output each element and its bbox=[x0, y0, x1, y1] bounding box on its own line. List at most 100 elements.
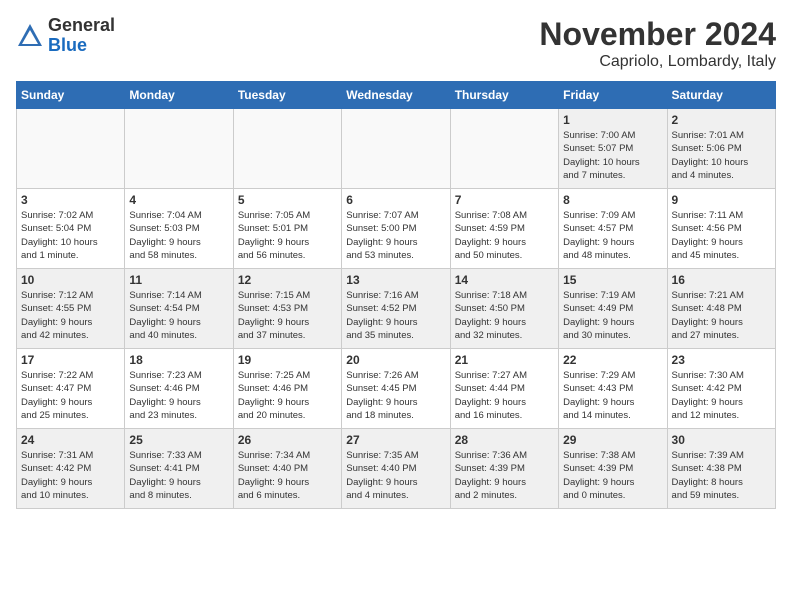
day-info: Sunrise: 7:22 AM Sunset: 4:47 PM Dayligh… bbox=[21, 369, 120, 422]
day-number: 18 bbox=[129, 353, 228, 367]
weekday-header: Friday bbox=[559, 82, 667, 109]
calendar-cell: 17 Sunrise: 7:22 AM Sunset: 4:47 PM Dayli… bbox=[17, 349, 125, 429]
calendar-cell: 3 Sunrise: 7:02 AM Sunset: 5:04 PM Daylig… bbox=[17, 189, 125, 269]
weekday-header: Sunday bbox=[17, 82, 125, 109]
calendar-cell: 24 Sunrise: 7:31 AM Sunset: 4:42 PM Dayli… bbox=[17, 429, 125, 509]
weekday-header: Saturday bbox=[667, 82, 775, 109]
calendar-week-row: 3 Sunrise: 7:02 AM Sunset: 5:04 PM Daylig… bbox=[17, 189, 776, 269]
day-info: Sunrise: 7:09 AM Sunset: 4:57 PM Dayligh… bbox=[563, 209, 662, 262]
calendar-week-row: 1Sunrise: 7:00 AM Sunset: 5:07 PM Daylig… bbox=[17, 109, 776, 189]
day-number: 7 bbox=[455, 193, 554, 207]
day-number: 22 bbox=[563, 353, 662, 367]
day-info: Sunrise: 7:16 AM Sunset: 4:52 PM Dayligh… bbox=[346, 289, 445, 342]
day-info: Sunrise: 7:36 AM Sunset: 4:39 PM Dayligh… bbox=[455, 449, 554, 502]
day-info: Sunrise: 7:15 AM Sunset: 4:53 PM Dayligh… bbox=[238, 289, 337, 342]
calendar-cell: 25 Sunrise: 7:33 AM Sunset: 4:41 PM Dayli… bbox=[125, 429, 233, 509]
calendar-cell: 27Sunrise: 7:35 AM Sunset: 4:40 PM Dayli… bbox=[342, 429, 450, 509]
day-number: 23 bbox=[672, 353, 771, 367]
day-number: 16 bbox=[672, 273, 771, 287]
day-number: 26 bbox=[238, 433, 337, 447]
calendar-cell: 5 Sunrise: 7:05 AM Sunset: 5:01 PM Daylig… bbox=[233, 189, 341, 269]
calendar-cell: 2 Sunrise: 7:01 AM Sunset: 5:06 PM Daylig… bbox=[667, 109, 775, 189]
day-info: Sunrise: 7:25 AM Sunset: 4:46 PM Dayligh… bbox=[238, 369, 337, 422]
calendar-cell: 13 Sunrise: 7:16 AM Sunset: 4:52 PM Dayli… bbox=[342, 269, 450, 349]
day-number: 6 bbox=[346, 193, 445, 207]
logo: General Blue bbox=[16, 16, 115, 56]
day-info: Sunrise: 7:33 AM Sunset: 4:41 PM Dayligh… bbox=[129, 449, 228, 502]
day-info: Sunrise: 7:31 AM Sunset: 4:42 PM Dayligh… bbox=[21, 449, 120, 502]
calendar-cell: 23Sunrise: 7:30 AM Sunset: 4:42 PM Dayli… bbox=[667, 349, 775, 429]
calendar-cell: 12 Sunrise: 7:15 AM Sunset: 4:53 PM Dayli… bbox=[233, 269, 341, 349]
weekday-header: Tuesday bbox=[233, 82, 341, 109]
day-number: 9 bbox=[672, 193, 771, 207]
weekday-header: Monday bbox=[125, 82, 233, 109]
logo-icon bbox=[16, 22, 44, 50]
day-info: Sunrise: 7:27 AM Sunset: 4:44 PM Dayligh… bbox=[455, 369, 554, 422]
day-number: 12 bbox=[238, 273, 337, 287]
day-info: Sunrise: 7:39 AM Sunset: 4:38 PM Dayligh… bbox=[672, 449, 771, 502]
day-info: Sunrise: 7:12 AM Sunset: 4:55 PM Dayligh… bbox=[21, 289, 120, 342]
calendar-cell: 14 Sunrise: 7:18 AM Sunset: 4:50 PM Dayli… bbox=[450, 269, 558, 349]
day-info: Sunrise: 7:19 AM Sunset: 4:49 PM Dayligh… bbox=[563, 289, 662, 342]
day-number: 8 bbox=[563, 193, 662, 207]
day-number: 11 bbox=[129, 273, 228, 287]
calendar-cell: 4Sunrise: 7:04 AM Sunset: 5:03 PM Daylig… bbox=[125, 189, 233, 269]
day-number: 3 bbox=[21, 193, 120, 207]
day-number: 30 bbox=[672, 433, 771, 447]
day-number: 5 bbox=[238, 193, 337, 207]
calendar-cell: 28 Sunrise: 7:36 AM Sunset: 4:39 PM Dayli… bbox=[450, 429, 558, 509]
weekday-header-row: SundayMondayTuesdayWednesdayThursdayFrid… bbox=[17, 82, 776, 109]
calendar-week-row: 10 Sunrise: 7:12 AM Sunset: 4:55 PM Dayli… bbox=[17, 269, 776, 349]
logo-blue-text: Blue bbox=[48, 36, 115, 56]
logo-text: General Blue bbox=[48, 16, 115, 56]
day-info: Sunrise: 7:35 AM Sunset: 4:40 PM Dayligh… bbox=[346, 449, 445, 502]
calendar-cell: 8 Sunrise: 7:09 AM Sunset: 4:57 PM Daylig… bbox=[559, 189, 667, 269]
day-info: Sunrise: 7:18 AM Sunset: 4:50 PM Dayligh… bbox=[455, 289, 554, 342]
weekday-header: Wednesday bbox=[342, 82, 450, 109]
calendar-cell bbox=[233, 109, 341, 189]
calendar-cell: 9Sunrise: 7:11 AM Sunset: 4:56 PM Daylig… bbox=[667, 189, 775, 269]
day-info: Sunrise: 7:08 AM Sunset: 4:59 PM Dayligh… bbox=[455, 209, 554, 262]
logo-general-text: General bbox=[48, 16, 115, 36]
day-number: 25 bbox=[129, 433, 228, 447]
calendar-week-row: 17 Sunrise: 7:22 AM Sunset: 4:47 PM Dayli… bbox=[17, 349, 776, 429]
calendar-cell: 16Sunrise: 7:21 AM Sunset: 4:48 PM Dayli… bbox=[667, 269, 775, 349]
day-number: 15 bbox=[563, 273, 662, 287]
day-info: Sunrise: 7:29 AM Sunset: 4:43 PM Dayligh… bbox=[563, 369, 662, 422]
day-info: Sunrise: 7:05 AM Sunset: 5:01 PM Dayligh… bbox=[238, 209, 337, 262]
day-info: Sunrise: 7:01 AM Sunset: 5:06 PM Dayligh… bbox=[672, 129, 771, 182]
calendar-cell bbox=[17, 109, 125, 189]
day-number: 2 bbox=[672, 113, 771, 127]
calendar-cell: 19 Sunrise: 7:25 AM Sunset: 4:46 PM Dayli… bbox=[233, 349, 341, 429]
day-info: Sunrise: 7:23 AM Sunset: 4:46 PM Dayligh… bbox=[129, 369, 228, 422]
calendar-cell: 30 Sunrise: 7:39 AM Sunset: 4:38 PM Dayli… bbox=[667, 429, 775, 509]
location: Capriolo, Lombardy, Italy bbox=[539, 53, 776, 71]
month-title: November 2024 bbox=[539, 16, 776, 53]
calendar-cell: 20Sunrise: 7:26 AM Sunset: 4:45 PM Dayli… bbox=[342, 349, 450, 429]
day-number: 13 bbox=[346, 273, 445, 287]
day-number: 28 bbox=[455, 433, 554, 447]
day-number: 17 bbox=[21, 353, 120, 367]
day-info: Sunrise: 7:02 AM Sunset: 5:04 PM Dayligh… bbox=[21, 209, 120, 262]
calendar-cell: 15 Sunrise: 7:19 AM Sunset: 4:49 PM Dayli… bbox=[559, 269, 667, 349]
day-info: Sunrise: 7:14 AM Sunset: 4:54 PM Dayligh… bbox=[129, 289, 228, 342]
calendar-cell: 21 Sunrise: 7:27 AM Sunset: 4:44 PM Dayli… bbox=[450, 349, 558, 429]
day-info: Sunrise: 7:38 AM Sunset: 4:39 PM Dayligh… bbox=[563, 449, 662, 502]
day-number: 19 bbox=[238, 353, 337, 367]
day-number: 10 bbox=[21, 273, 120, 287]
day-number: 29 bbox=[563, 433, 662, 447]
calendar-cell bbox=[342, 109, 450, 189]
day-number: 24 bbox=[21, 433, 120, 447]
day-number: 21 bbox=[455, 353, 554, 367]
day-number: 1 bbox=[563, 113, 662, 127]
calendar-cell bbox=[125, 109, 233, 189]
title-block: November 2024 Capriolo, Lombardy, Italy bbox=[539, 16, 776, 71]
calendar-cell: 26 Sunrise: 7:34 AM Sunset: 4:40 PM Dayli… bbox=[233, 429, 341, 509]
day-number: 14 bbox=[455, 273, 554, 287]
calendar-cell: 29 Sunrise: 7:38 AM Sunset: 4:39 PM Dayli… bbox=[559, 429, 667, 509]
day-info: Sunrise: 7:34 AM Sunset: 4:40 PM Dayligh… bbox=[238, 449, 337, 502]
calendar-cell: 11 Sunrise: 7:14 AM Sunset: 4:54 PM Dayli… bbox=[125, 269, 233, 349]
calendar-cell: 10 Sunrise: 7:12 AM Sunset: 4:55 PM Dayli… bbox=[17, 269, 125, 349]
calendar-cell: 6Sunrise: 7:07 AM Sunset: 5:00 PM Daylig… bbox=[342, 189, 450, 269]
day-info: Sunrise: 7:04 AM Sunset: 5:03 PM Dayligh… bbox=[129, 209, 228, 262]
